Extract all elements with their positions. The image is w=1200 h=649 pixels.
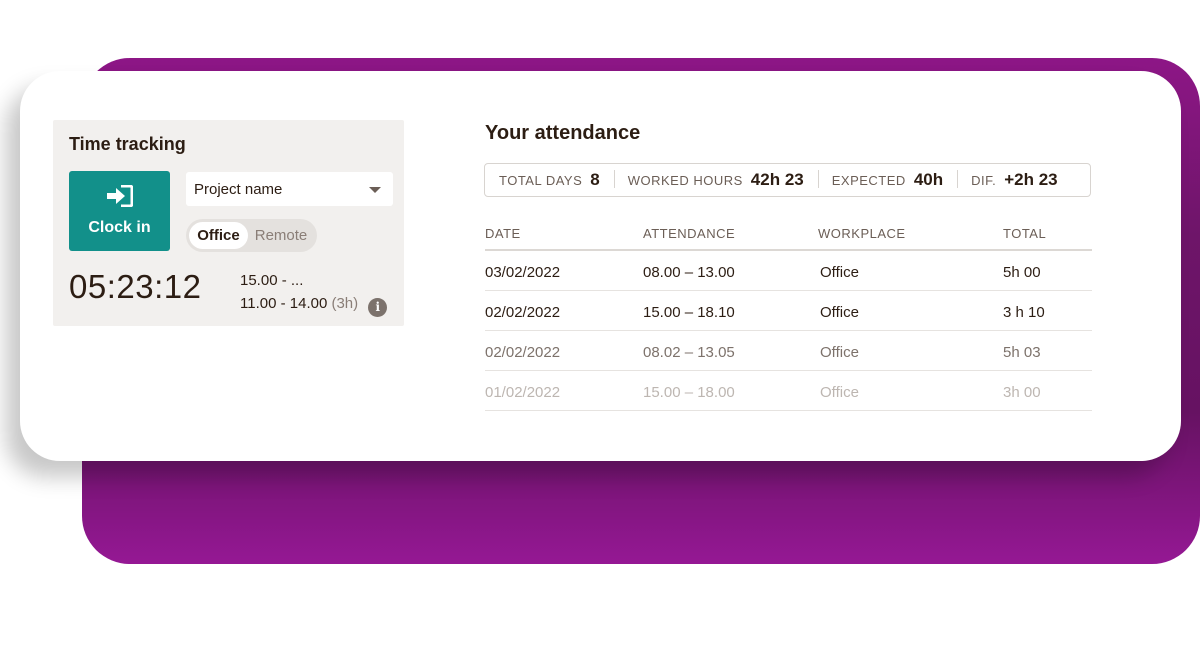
- table-body: 03/02/2022 08.00 – 13.00 Office 5h 00 02/02/…: [485, 251, 1092, 411]
- toggle-remote[interactable]: Remote: [248, 222, 314, 249]
- cell-date: 02/02/2022: [485, 304, 561, 321]
- table-row[interactable]: 02/02/2022 15.00 – 18.10 Office 3 h 10: [485, 291, 1092, 331]
- session-list: 15.00 - ... 11.00 - 14.00 (3h) i: [240, 272, 388, 318]
- cell-total: 3 h 10: [1003, 304, 1045, 321]
- sign-in-icon: [107, 185, 133, 207]
- session-duration: (3h): [331, 295, 359, 312]
- cell-date: 01/02/2022: [485, 384, 561, 401]
- cell-attendance: 08.02 – 13.05: [643, 344, 735, 361]
- summary-value: 8: [590, 170, 600, 189]
- session-range: 11.00 - 14.00: [240, 295, 328, 312]
- table-header: DATE ATTENDANCE WORKPLACE TOTAL: [485, 225, 1092, 251]
- cell-total: 5h 03: [1003, 344, 1041, 361]
- cell-attendance: 15.00 – 18.00: [643, 384, 735, 401]
- time-tracking-panel: Time tracking Clock in Project name Offi…: [53, 120, 404, 326]
- cell-total: 5h 00: [1003, 264, 1041, 281]
- project-select-label: Project name: [194, 181, 283, 198]
- summary-label: DIF.: [971, 173, 997, 188]
- summary-value: 42h 23: [750, 170, 804, 189]
- summary-label: TOTAL DAYS: [499, 173, 583, 188]
- cell-attendance: 15.00 – 18.10: [643, 304, 735, 321]
- cell-date: 03/02/2022: [485, 264, 561, 281]
- attendance-table: DATE ATTENDANCE WORKPLACE TOTAL 03/02/20…: [485, 225, 1092, 411]
- cell-workplace: Office: [820, 264, 859, 281]
- table-row[interactable]: 03/02/2022 08.00 – 13.00 Office 5h 00: [485, 251, 1092, 291]
- clock-in-button[interactable]: Clock in: [69, 171, 170, 251]
- time-tracking-title: Time tracking: [69, 134, 186, 154]
- project-select[interactable]: Project name: [186, 172, 393, 206]
- elapsed-timer: 05:23:12: [69, 268, 202, 305]
- summary-total-days: TOTAL DAYS 8: [485, 170, 614, 190]
- cell-attendance: 08.00 – 13.00: [643, 264, 735, 281]
- summary-difference: DIF. +2h 23: [957, 170, 1072, 190]
- cell-date: 02/02/2022: [485, 344, 561, 361]
- chevron-down-icon: [369, 187, 381, 193]
- session-range: 15.00 - ...: [240, 272, 304, 289]
- summary-value: 40h: [913, 170, 944, 189]
- table-row[interactable]: 02/02/2022 08.02 – 13.05 Office 5h 03: [485, 331, 1092, 371]
- session-entry: 15.00 - ...: [240, 272, 387, 295]
- session-entry: 11.00 - 14.00 (3h) i: [240, 295, 388, 318]
- summary-expected: EXPECTED 40h: [817, 170, 957, 190]
- info-icon[interactable]: i: [368, 298, 388, 317]
- column-header-total: TOTAL: [1003, 226, 1047, 241]
- cell-workplace: Office: [820, 344, 859, 361]
- cell-workplace: Office: [820, 304, 859, 321]
- table-row[interactable]: 01/02/2022 15.00 – 18.00 Office 3h 00: [485, 371, 1092, 411]
- attendance-summary: TOTAL DAYS 8 WORKED HOURS 42h 23 EXPECTE…: [484, 163, 1091, 197]
- column-header-workplace: WORKPLACE: [818, 226, 906, 241]
- summary-value: +2h 23: [1004, 170, 1058, 189]
- column-header-date: DATE: [485, 226, 521, 241]
- column-header-attendance: ATTENDANCE: [643, 226, 736, 241]
- toggle-office[interactable]: Office: [189, 222, 248, 249]
- cell-workplace: Office: [820, 384, 859, 401]
- clock-in-label: Clock in: [88, 219, 151, 236]
- attendance-title: Your attendance: [485, 122, 641, 144]
- summary-label: EXPECTED: [831, 173, 906, 188]
- stage: Time tracking Clock in Project name Offi…: [0, 0, 1200, 649]
- summary-label: WORKED HOURS: [627, 173, 743, 188]
- workplace-toggle: Office Remote: [186, 219, 317, 252]
- cell-total: 3h 00: [1003, 384, 1041, 401]
- summary-worked-hours: WORKED HOURS 42h 23: [613, 170, 818, 190]
